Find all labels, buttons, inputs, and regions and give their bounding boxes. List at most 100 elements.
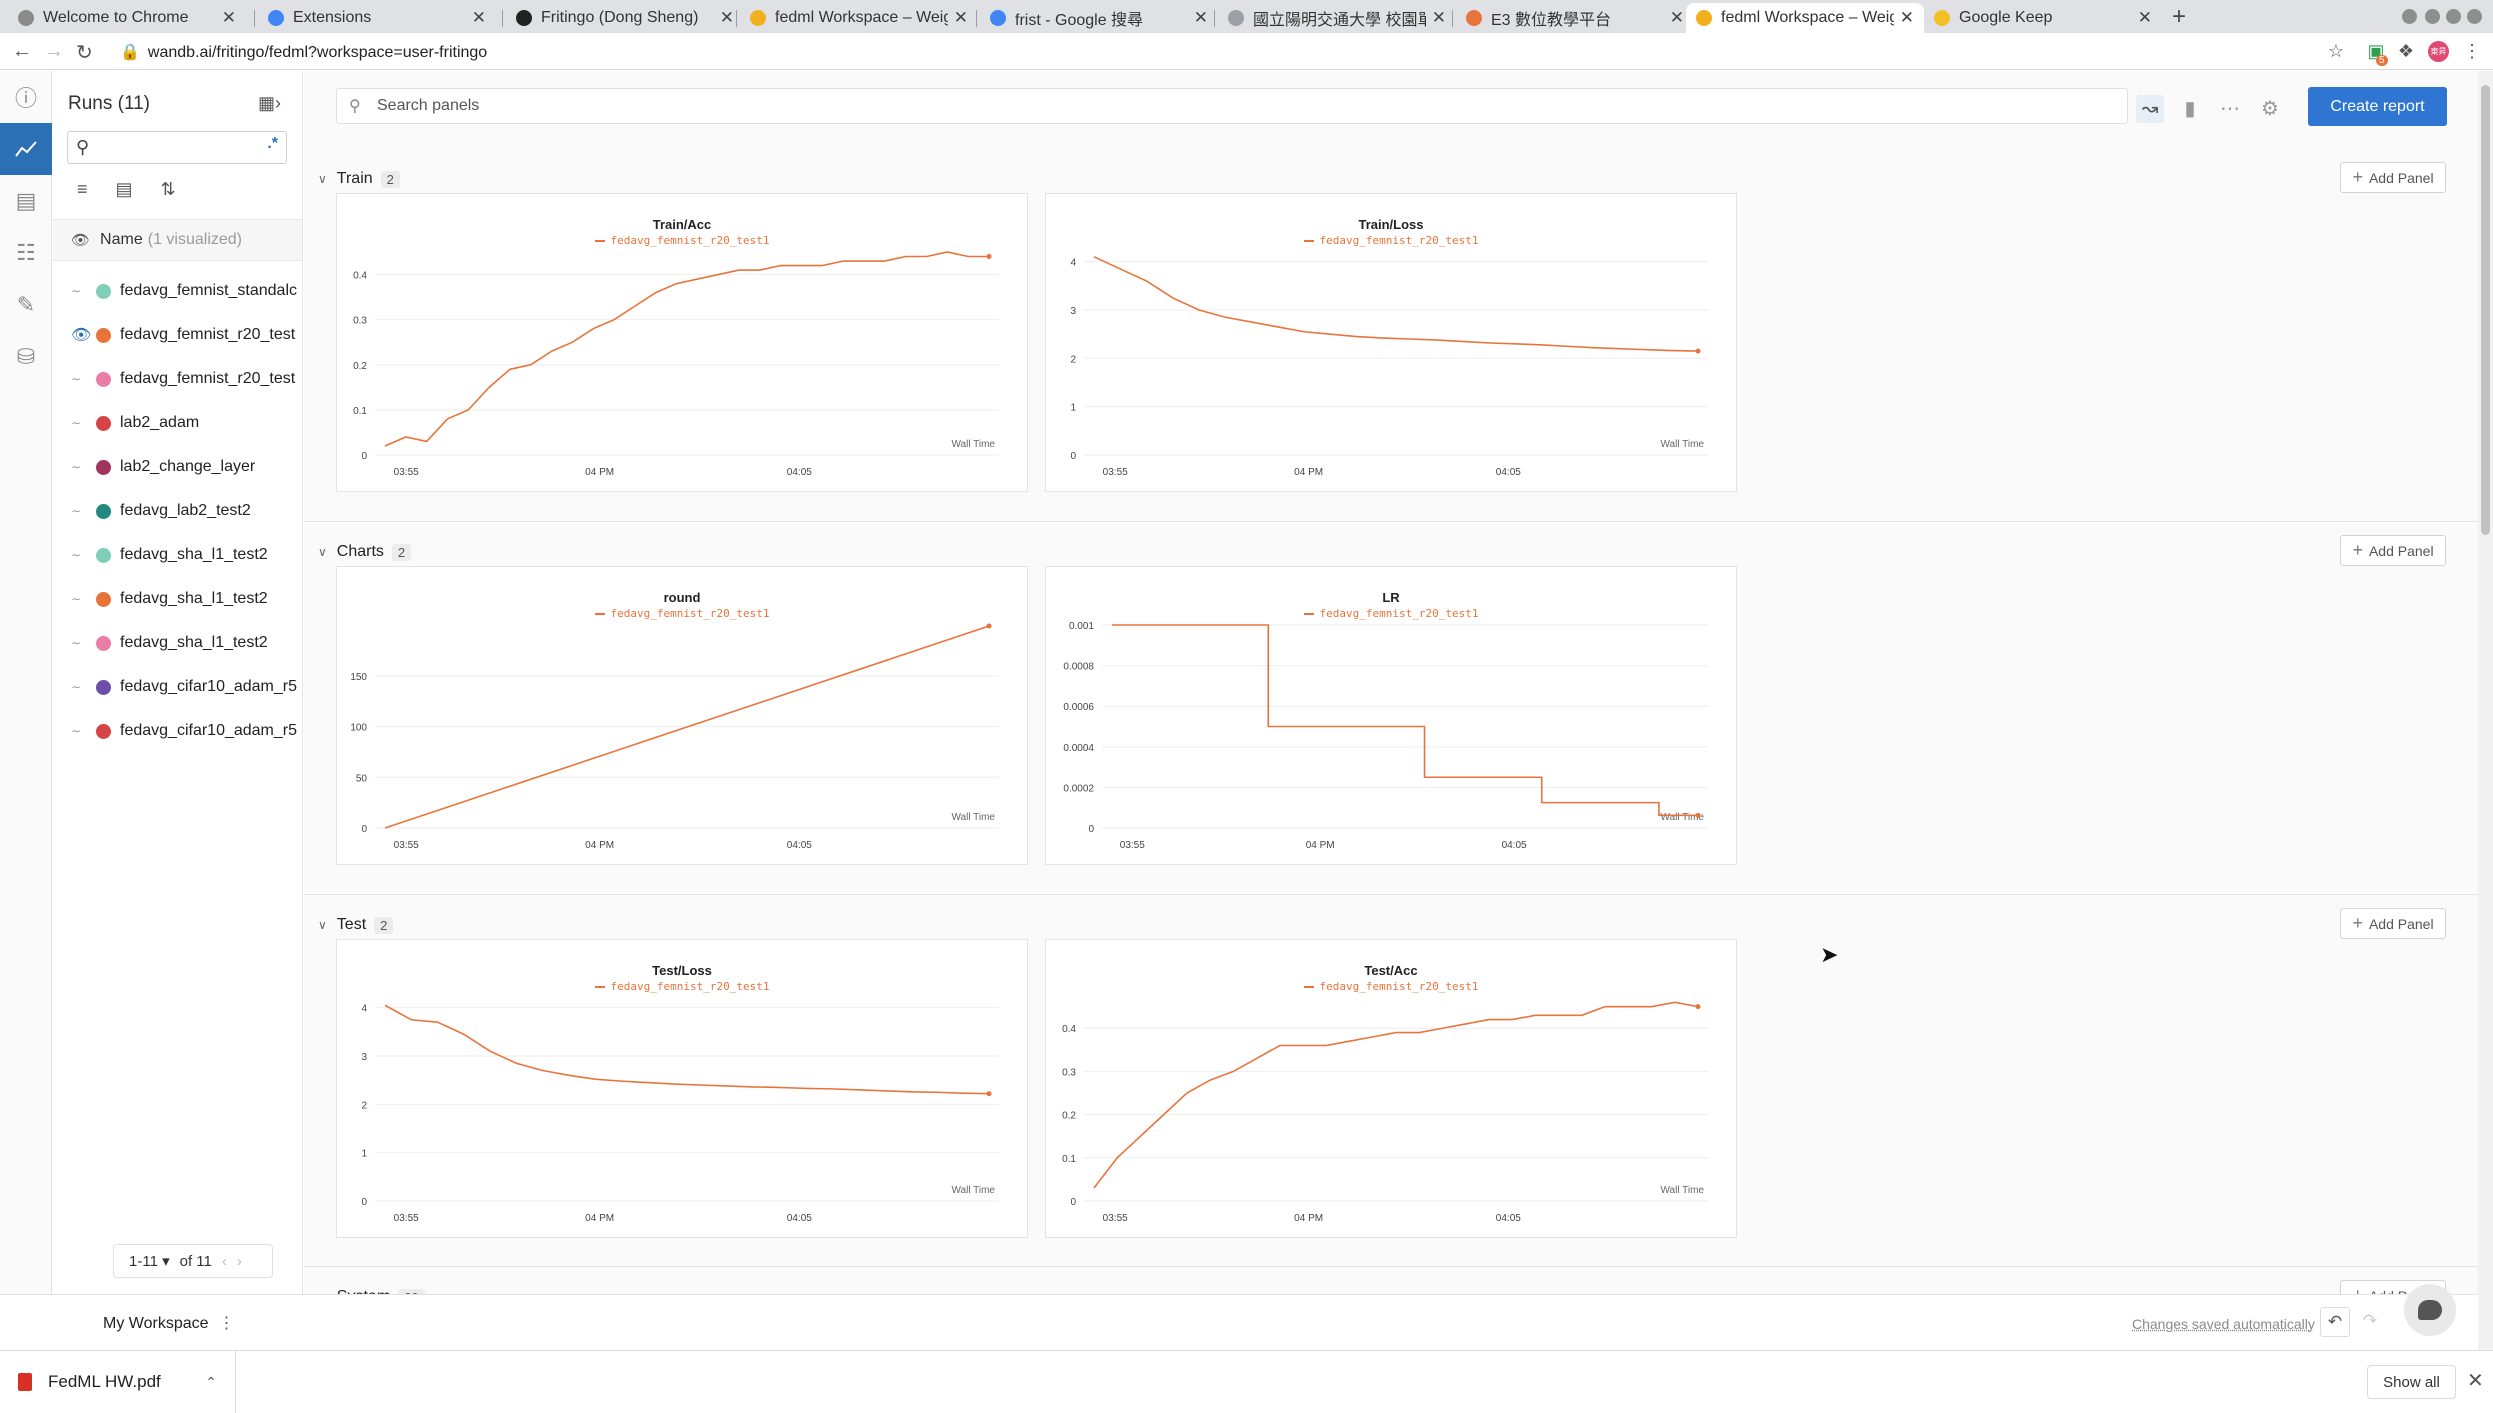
eye-hidden-icon[interactable]: ∼ <box>71 592 89 606</box>
add-panel-button[interactable]: +Add Panel <box>2340 908 2446 939</box>
section-header[interactable]: ∨ Test 2 <box>318 916 394 934</box>
tab-close-icon[interactable]: ✕ <box>1432 8 1446 28</box>
kebab-menu-icon[interactable]: ⋮ <box>219 1315 235 1332</box>
browser-tab[interactable]: Extensions ✕ <box>258 3 496 33</box>
run-row[interactable]: ∼ fedavg_femnist_r20_test <box>53 357 302 401</box>
run-name[interactable]: lab2_change_layer <box>120 458 255 476</box>
tab-close-icon[interactable]: ✕ <box>1194 8 1208 28</box>
extensions-puzzle-icon[interactable]: ❖ <box>2396 41 2416 61</box>
chart-panel[interactable]: round fedavg_femnist_r20_test1 0 50 100 150 03… <box>336 566 1028 865</box>
add-panel-button[interactable]: +Add Panel <box>2340 162 2446 193</box>
add-panel-button[interactable]: +Add Panel <box>2340 535 2446 566</box>
run-name[interactable]: fedavg_sha_l1_test2 <box>120 634 268 652</box>
group-icon[interactable]: ▤ <box>116 179 133 200</box>
browser-tab[interactable]: fedml Workspace – Weigh ✕ <box>740 3 978 33</box>
tab-search-icon[interactable] <box>2402 9 2417 24</box>
run-color-dot[interactable] <box>96 371 111 387</box>
run-name[interactable]: fedavg_femnist_r20_test <box>120 326 295 344</box>
run-name[interactable]: fedavg_sha_l1_test2 <box>120 590 268 608</box>
section-header[interactable]: ∨ Train 2 <box>318 170 400 188</box>
run-name[interactable]: lab2_adam <box>120 414 199 432</box>
run-row[interactable]: ∼ lab2_change_layer <box>53 445 302 489</box>
my-workspace-menu[interactable]: My Workspace ⋮ <box>103 1313 235 1333</box>
address-bar[interactable]: 🔒 wandb.ai/fritingo/fedml?workspace=user-… <box>120 42 487 62</box>
chevron-up-icon[interactable]: ⌃ <box>205 1374 217 1391</box>
bookmark-star-icon[interactable]: ☆ <box>2326 41 2346 61</box>
run-color-dot[interactable] <box>96 283 111 299</box>
run-name[interactable]: fedavg_lab2_test2 <box>120 502 251 520</box>
tab-close-icon[interactable]: ✕ <box>472 8 486 28</box>
eye-hidden-icon[interactable]: ∼ <box>71 724 89 738</box>
new-tab-button[interactable]: + <box>2172 3 2186 31</box>
run-row[interactable]: ∼ fedavg_sha_l1_test2 <box>53 621 302 665</box>
chart-panel[interactable]: LR fedavg_femnist_r20_test1 0 0.0002 0.0004 0… <box>1045 566 1737 865</box>
chart-panel[interactable]: Test/Loss fedavg_femnist_r20_test1 0 1 2 3 4 03… <box>336 939 1028 1238</box>
download-item[interactable]: FedML HW.pdf ⌃ <box>0 1351 236 1413</box>
x-axis-settings-icon[interactable]: ↝ <box>2136 95 2164 123</box>
back-icon[interactable]: ← <box>12 40 32 63</box>
section-header[interactable]: ∨ Charts 2 <box>318 543 412 561</box>
chevron-down-icon[interactable]: ∨ <box>318 918 327 932</box>
workspace-scrollbar[interactable] <box>2478 71 2493 1350</box>
chart-panel[interactable]: Train/Acc fedavg_femnist_r20_test1 0 0.1 0.2… <box>336 193 1028 492</box>
browser-tab[interactable]: Welcome to Chrome ✕ <box>8 3 246 33</box>
run-name[interactable]: fedavg_femnist_r20_test <box>120 370 295 388</box>
page-range-select[interactable]: 1-11 ▾ <box>129 1252 170 1270</box>
table-icon[interactable]: ▤ <box>0 175 52 227</box>
eye-hidden-icon[interactable]: ∼ <box>71 460 89 474</box>
chrome-menu-icon[interactable]: ⋮ <box>2462 41 2482 61</box>
run-row[interactable]: ∼ fedavg_cifar10_adam_r5 <box>53 665 302 709</box>
undo-icon[interactable]: ↶ <box>2320 1307 2350 1337</box>
run-color-dot[interactable] <box>96 415 111 431</box>
run-color-dot[interactable] <box>96 679 111 695</box>
tab-close-icon[interactable]: ✕ <box>1900 8 1914 28</box>
run-row[interactable]: 👁 fedavg_femnist_r20_test <box>53 313 302 357</box>
maximize-icon[interactable] <box>2446 9 2461 24</box>
sweeps-broom-icon[interactable]: ✎ <box>0 279 52 331</box>
run-color-dot[interactable] <box>96 635 111 651</box>
run-row[interactable]: ∼ fedavg_sha_l1_test2 <box>53 577 302 621</box>
settings-gear-icon[interactable]: ⚙ <box>2256 95 2284 123</box>
overview-info-icon[interactable]: ⓘ <box>0 71 52 123</box>
browser-tab[interactable]: 國立陽明交通大學 校園單 ✕ <box>1218 3 1456 33</box>
runs-search-input[interactable]: ⚲ .* <box>67 131 287 164</box>
run-name[interactable]: fedavg_femnist_standalc <box>120 282 297 300</box>
reports-icon[interactable]: ☷ <box>0 227 52 279</box>
browser-tab[interactable]: Fritingo (Dong Sheng) ✕ <box>506 3 744 33</box>
eye-hidden-icon[interactable]: ∼ <box>71 548 89 562</box>
run-name[interactable]: fedavg_sha_l1_test2 <box>120 546 268 564</box>
eye-hidden-icon[interactable]: ∼ <box>71 680 89 694</box>
eye-hidden-icon[interactable]: ∼ <box>71 416 89 430</box>
chevron-down-icon[interactable]: ∨ <box>318 545 327 559</box>
eye-hidden-icon[interactable]: ∼ <box>71 504 89 518</box>
runs-name-header[interactable]: 👁 Name (1 visualized) <box>53 219 302 261</box>
close-icon[interactable]: ✕ <box>2467 1368 2484 1393</box>
run-color-dot[interactable] <box>96 503 111 519</box>
tab-close-icon[interactable]: ✕ <box>720 8 734 28</box>
run-row[interactable]: ∼ lab2_adam <box>53 401 302 445</box>
tab-close-icon[interactable]: ✕ <box>222 8 236 28</box>
charts-line-icon[interactable] <box>0 123 52 175</box>
eye-hidden-icon[interactable]: ∼ <box>71 372 89 386</box>
redo-icon[interactable]: ↷ <box>2355 1307 2385 1337</box>
regex-toggle-icon[interactable]: .* <box>267 135 278 153</box>
browser-tab[interactable]: Google Keep ✕ <box>1924 3 2162 33</box>
run-row[interactable]: ∼ fedavg_lab2_test2 <box>53 489 302 533</box>
run-row[interactable]: ∼ fedavg_sha_l1_test2 <box>53 533 302 577</box>
search-panels-input[interactable]: ⚲ Search panels <box>336 88 2128 124</box>
tab-close-icon[interactable]: ✕ <box>2138 8 2152 28</box>
chart-panel[interactable]: Test/Acc fedavg_femnist_r20_test1 0 0.1 0.2 0… <box>1045 939 1737 1238</box>
minimize-icon[interactable] <box>2425 9 2440 24</box>
browser-tab[interactable]: E3 數位教學平台 ✕ <box>1456 3 1694 33</box>
chat-support-icon[interactable] <box>2404 1284 2456 1336</box>
run-color-dot[interactable] <box>96 327 111 343</box>
prev-page-icon[interactable]: ‹ <box>222 1253 227 1270</box>
reload-icon[interactable]: ↻ <box>76 40 93 65</box>
profile-avatar[interactable]: 東昇 <box>2428 41 2449 62</box>
run-color-dot[interactable] <box>96 723 111 739</box>
run-name[interactable]: fedavg_cifar10_adam_r5 <box>120 722 297 740</box>
close-window-icon[interactable] <box>2467 9 2482 24</box>
chart-panel[interactable]: Train/Loss fedavg_femnist_r20_test1 0 1 2 3 4 0… <box>1045 193 1737 492</box>
expand-table-icon[interactable]: ▦› <box>258 93 281 114</box>
tab-close-icon[interactable]: ✕ <box>954 8 968 28</box>
